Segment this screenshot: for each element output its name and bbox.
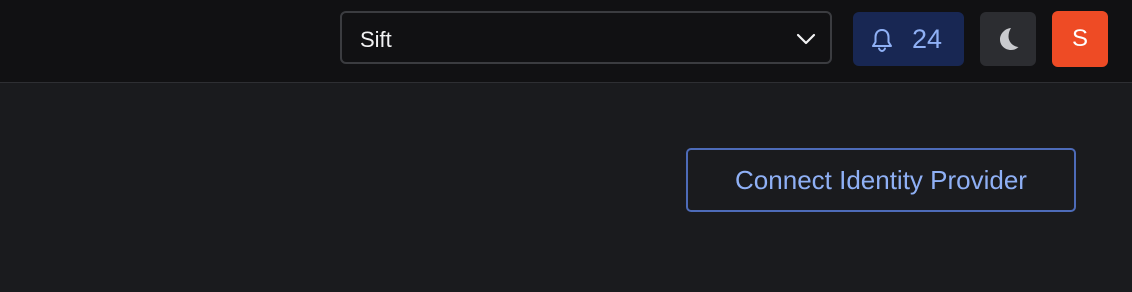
notifications-button[interactable]: 24 [853,12,964,66]
notifications-count: 24 [912,24,943,54]
connect-identity-provider-button[interactable]: Connect Identity Provider [686,148,1076,212]
theme-toggle-button[interactable] [980,12,1036,66]
organization-select-value: Sift [360,27,392,52]
organization-select[interactable]: Sift [340,11,832,64]
top-bar: Sift 24 S [0,0,1132,83]
chevron-down-icon [796,33,816,45]
moon-icon [1000,28,1019,50]
bell-icon [872,29,892,53]
user-avatar[interactable]: S [1052,11,1108,67]
